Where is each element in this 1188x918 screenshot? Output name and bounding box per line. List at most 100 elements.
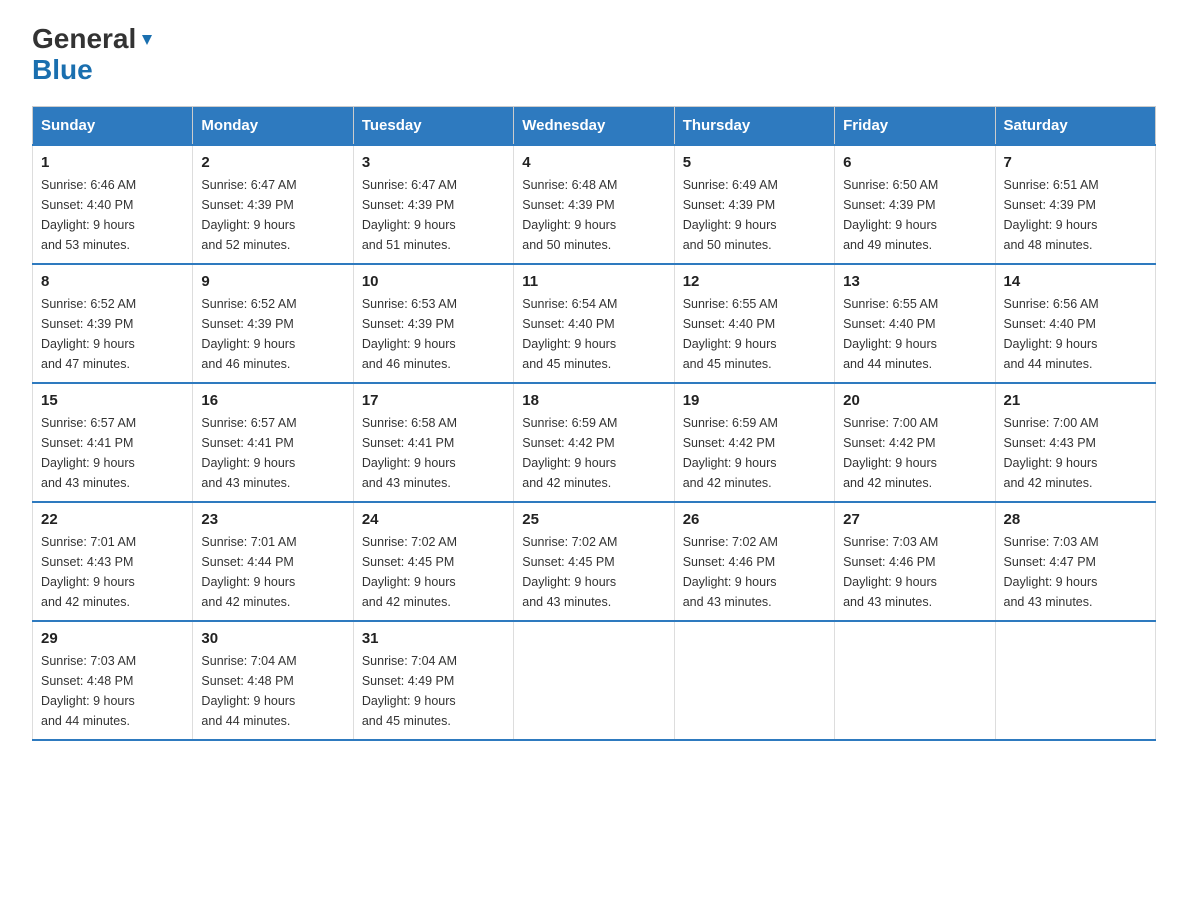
table-row: 3 Sunrise: 6:47 AMSunset: 4:39 PMDaylight… [353, 145, 513, 264]
day-info: Sunrise: 6:57 AMSunset: 4:41 PMDaylight:… [201, 413, 344, 493]
table-row: 11Sunrise: 6:54 AMSunset: 4:40 PMDayligh… [514, 264, 674, 383]
header-thursday: Thursday [674, 106, 834, 145]
logo-arrow-icon [138, 31, 156, 49]
table-row: 8 Sunrise: 6:52 AMSunset: 4:39 PMDaylight… [33, 264, 193, 383]
day-number: 28 [1004, 511, 1147, 528]
day-info: Sunrise: 6:59 AMSunset: 4:42 PMDaylight:… [522, 413, 665, 493]
header-saturday: Saturday [995, 106, 1155, 145]
day-number: 29 [41, 630, 184, 647]
table-row: 27 Sunrise: 7:03 AMSunset: 4:46 PMDayligh… [835, 502, 995, 621]
day-info: Sunrise: 7:02 AMSunset: 4:45 PMDaylight:… [522, 532, 665, 612]
day-info: Sunrise: 7:01 AMSunset: 4:43 PMDaylight:… [41, 532, 184, 612]
day-number: 12 [683, 273, 826, 290]
day-info: Sunrise: 6:57 AMSunset: 4:41 PMDaylight:… [41, 413, 184, 493]
day-number: 19 [683, 392, 826, 409]
table-row: 22 Sunrise: 7:01 AMSunset: 4:43 PMDayligh… [33, 502, 193, 621]
page-header: General Blue [32, 24, 1156, 86]
day-number: 21 [1004, 392, 1147, 409]
header-sunday: Sunday [33, 106, 193, 145]
day-number: 6 [843, 154, 986, 171]
table-row: 23 Sunrise: 7:01 AMSunset: 4:44 PMDayligh… [193, 502, 353, 621]
table-row: 13Sunrise: 6:55 AMSunset: 4:40 PMDayligh… [835, 264, 995, 383]
day-info: Sunrise: 6:52 AMSunset: 4:39 PMDaylight:… [201, 294, 344, 374]
day-info: Sunrise: 6:52 AMSunset: 4:39 PMDaylight:… [41, 294, 184, 374]
day-number: 1 [41, 154, 184, 171]
week-row-5: 29Sunrise: 7:03 AMSunset: 4:48 PMDayligh… [33, 621, 1156, 740]
table-row: 10 Sunrise: 6:53 AMSunset: 4:39 PMDayligh… [353, 264, 513, 383]
calendar-header-row: SundayMondayTuesdayWednesdayThursdayFrid… [33, 106, 1156, 145]
table-row: 12 Sunrise: 6:55 AMSunset: 4:40 PMDayligh… [674, 264, 834, 383]
day-number: 30 [201, 630, 344, 647]
day-number: 24 [362, 511, 505, 528]
table-row: 17 Sunrise: 6:58 AMSunset: 4:41 PMDayligh… [353, 383, 513, 502]
table-row: 28Sunrise: 7:03 AMSunset: 4:47 PMDayligh… [995, 502, 1155, 621]
day-info: Sunrise: 6:47 AMSunset: 4:39 PMDaylight:… [201, 175, 344, 255]
day-number: 27 [843, 511, 986, 528]
table-row: 18 Sunrise: 6:59 AMSunset: 4:42 PMDayligh… [514, 383, 674, 502]
table-row: 30 Sunrise: 7:04 AMSunset: 4:48 PMDayligh… [193, 621, 353, 740]
day-number: 22 [41, 511, 184, 528]
day-info: Sunrise: 6:58 AMSunset: 4:41 PMDaylight:… [362, 413, 505, 493]
table-row: 31Sunrise: 7:04 AMSunset: 4:49 PMDayligh… [353, 621, 513, 740]
logo-blue-text: Blue [32, 54, 93, 85]
day-info: Sunrise: 6:54 AMSunset: 4:40 PMDaylight:… [522, 294, 665, 374]
day-info: Sunrise: 7:01 AMSunset: 4:44 PMDaylight:… [201, 532, 344, 612]
table-row: 29Sunrise: 7:03 AMSunset: 4:48 PMDayligh… [33, 621, 193, 740]
table-row: 20Sunrise: 7:00 AMSunset: 4:42 PMDayligh… [835, 383, 995, 502]
table-row: 4Sunrise: 6:48 AMSunset: 4:39 PMDaylight… [514, 145, 674, 264]
day-number: 26 [683, 511, 826, 528]
day-number: 9 [201, 273, 344, 290]
table-row: 19Sunrise: 6:59 AMSunset: 4:42 PMDayligh… [674, 383, 834, 502]
day-info: Sunrise: 7:03 AMSunset: 4:46 PMDaylight:… [843, 532, 986, 612]
day-number: 10 [362, 273, 505, 290]
week-row-2: 8 Sunrise: 6:52 AMSunset: 4:39 PMDaylight… [33, 264, 1156, 383]
logo-general-text: General [32, 24, 136, 55]
table-row: 24 Sunrise: 7:02 AMSunset: 4:45 PMDayligh… [353, 502, 513, 621]
table-row: 5 Sunrise: 6:49 AMSunset: 4:39 PMDaylight… [674, 145, 834, 264]
table-row: 6Sunrise: 6:50 AMSunset: 4:39 PMDaylight… [835, 145, 995, 264]
table-row [674, 621, 834, 740]
table-row: 16Sunrise: 6:57 AMSunset: 4:41 PMDayligh… [193, 383, 353, 502]
day-info: Sunrise: 7:04 AMSunset: 4:48 PMDaylight:… [201, 651, 344, 731]
table-row [514, 621, 674, 740]
logo: General Blue [32, 24, 156, 86]
week-row-1: 1 Sunrise: 6:46 AMSunset: 4:40 PMDaylight… [33, 145, 1156, 264]
day-number: 23 [201, 511, 344, 528]
table-row [835, 621, 995, 740]
day-info: Sunrise: 6:48 AMSunset: 4:39 PMDaylight:… [522, 175, 665, 255]
header-monday: Monday [193, 106, 353, 145]
day-number: 3 [362, 154, 505, 171]
day-number: 25 [522, 511, 665, 528]
day-info: Sunrise: 7:00 AMSunset: 4:43 PMDaylight:… [1004, 413, 1147, 493]
header-friday: Friday [835, 106, 995, 145]
table-row: 26 Sunrise: 7:02 AMSunset: 4:46 PMDayligh… [674, 502, 834, 621]
day-number: 7 [1004, 154, 1147, 171]
day-info: Sunrise: 6:55 AMSunset: 4:40 PMDaylight:… [843, 294, 986, 374]
table-row: 7 Sunrise: 6:51 AMSunset: 4:39 PMDaylight… [995, 145, 1155, 264]
week-row-4: 22 Sunrise: 7:01 AMSunset: 4:43 PMDayligh… [33, 502, 1156, 621]
day-number: 18 [522, 392, 665, 409]
day-number: 8 [41, 273, 184, 290]
day-number: 17 [362, 392, 505, 409]
header-tuesday: Tuesday [353, 106, 513, 145]
table-row: 15 Sunrise: 6:57 AMSunset: 4:41 PMDayligh… [33, 383, 193, 502]
table-row: 25 Sunrise: 7:02 AMSunset: 4:45 PMDayligh… [514, 502, 674, 621]
table-row: 1 Sunrise: 6:46 AMSunset: 4:40 PMDaylight… [33, 145, 193, 264]
day-info: Sunrise: 6:46 AMSunset: 4:40 PMDaylight:… [41, 175, 184, 255]
day-info: Sunrise: 6:51 AMSunset: 4:39 PMDaylight:… [1004, 175, 1147, 255]
day-number: 31 [362, 630, 505, 647]
table-row [995, 621, 1155, 740]
day-info: Sunrise: 6:53 AMSunset: 4:39 PMDaylight:… [362, 294, 505, 374]
day-info: Sunrise: 7:02 AMSunset: 4:46 PMDaylight:… [683, 532, 826, 612]
day-number: 2 [201, 154, 344, 171]
week-row-3: 15 Sunrise: 6:57 AMSunset: 4:41 PMDayligh… [33, 383, 1156, 502]
day-info: Sunrise: 7:02 AMSunset: 4:45 PMDaylight:… [362, 532, 505, 612]
day-info: Sunrise: 6:49 AMSunset: 4:39 PMDaylight:… [683, 175, 826, 255]
day-info: Sunrise: 6:47 AMSunset: 4:39 PMDaylight:… [362, 175, 505, 255]
day-info: Sunrise: 6:55 AMSunset: 4:40 PMDaylight:… [683, 294, 826, 374]
day-info: Sunrise: 7:00 AMSunset: 4:42 PMDaylight:… [843, 413, 986, 493]
header-wednesday: Wednesday [514, 106, 674, 145]
day-number: 15 [41, 392, 184, 409]
day-number: 5 [683, 154, 826, 171]
day-number: 14 [1004, 273, 1147, 290]
